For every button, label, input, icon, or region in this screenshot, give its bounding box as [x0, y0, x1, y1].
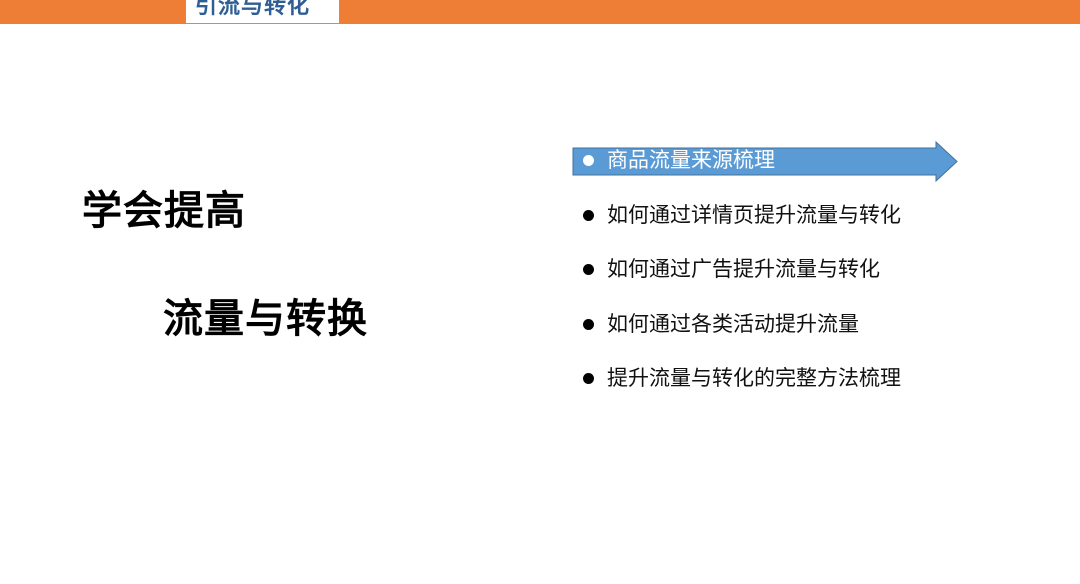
topic-item[interactable]: 如何通过各类活动提升流量: [583, 310, 901, 365]
topic-item[interactable]: 如何通过广告提升流量与转化: [583, 255, 901, 310]
topic-item[interactable]: 商品流量来源梳理: [583, 146, 901, 201]
header-tab-label: 引流与转化: [195, 0, 311, 19]
topic-item[interactable]: 提升流量与转化的完整方法梳理: [583, 364, 901, 419]
topic-label: 如何通过详情页提升流量与转化: [607, 202, 901, 227]
bullet-dot-icon: [583, 373, 594, 384]
bullet-dot-icon: [583, 155, 594, 166]
headline-line-2: 流量与转换: [163, 296, 368, 342]
headline-line-1: 学会提高: [82, 188, 246, 234]
slide: 引流与转化 学会提高 流量与转换 商品流量来源梳理 如何通过详情页提升流量与转化…: [0, 0, 1080, 584]
topic-label: 如何通过广告提升流量与转化: [607, 257, 880, 281]
topic-label: 提升流量与转化的完整方法梳理: [607, 366, 901, 390]
header-bar: [0, 0, 1080, 24]
header-tab: 引流与转化: [185, 0, 340, 24]
topic-label: 如何通过各类活动提升流量: [607, 311, 859, 336]
bullet-dot-icon: [583, 264, 594, 275]
bullet-dot-icon: [583, 318, 594, 330]
topic-list: 商品流量来源梳理 如何通过详情页提升流量与转化 如何通过广告提升流量与转化 如何…: [583, 146, 901, 419]
topic-item[interactable]: 如何通过详情页提升流量与转化: [583, 201, 901, 256]
topic-label: 商品流量来源梳理: [607, 148, 775, 172]
bullet-dot-icon: [583, 209, 594, 221]
